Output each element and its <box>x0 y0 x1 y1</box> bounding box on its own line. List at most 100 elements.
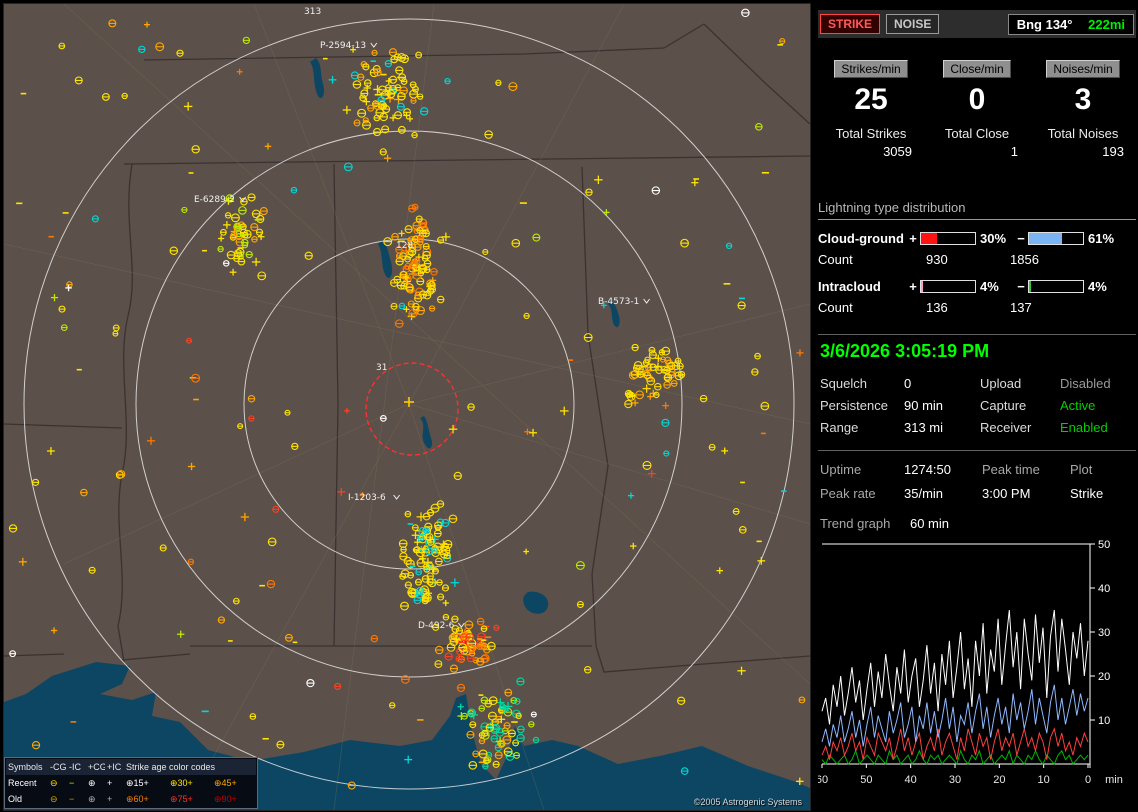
strikes-per-min-button[interactable]: Strikes/min <box>834 60 907 78</box>
strikes-per-min-value: 25 <box>818 83 924 117</box>
svg-text:30: 30 <box>949 774 961 786</box>
noises-per-min-button[interactable]: Noises/min <box>1046 60 1119 78</box>
close-per-min-button[interactable]: Close/min <box>943 60 1010 78</box>
persistence-value: 90 min <box>904 398 980 413</box>
svg-text:10: 10 <box>1038 774 1050 786</box>
water-layer <box>4 58 810 810</box>
state-borders <box>4 24 810 672</box>
legend-cell: ⊖ <box>48 791 67 807</box>
svg-text:20: 20 <box>993 774 1005 786</box>
legend-cell: -IC <box>67 759 86 775</box>
total-close-value: 1 <box>924 144 1030 159</box>
strike-mode-button[interactable]: STRIKE <box>820 14 880 34</box>
capture-label: Capture <box>980 398 1060 413</box>
ic-negative-percent: 4% <box>1088 279 1122 294</box>
legend-cell: +IC <box>105 759 124 775</box>
total-strikes-label: Total Strikes <box>818 126 924 141</box>
plus-sign: + <box>906 231 920 246</box>
svg-text:313: 313 <box>304 7 321 17</box>
close-per-min-value: 0 <box>924 83 1030 117</box>
uptime-label: Uptime <box>820 462 904 477</box>
total-strikes-value: 3059 <box>818 144 924 159</box>
legend-cell: ⊕45+ <box>212 775 256 791</box>
rates-section: Strikes/min 25 Total Strikes 3059 Close/… <box>818 60 1136 159</box>
receiver-status: Enabled <box>1060 420 1134 435</box>
cg-negative-bar <box>1028 232 1084 245</box>
legend-cell: ⊕60+ <box>124 791 168 807</box>
distribution-title: Lightning type distribution <box>818 200 1136 220</box>
legend-cell: ⊕90+ <box>212 791 256 807</box>
count-label: Count <box>818 300 906 315</box>
legend-cell: Old <box>6 791 48 807</box>
svg-text:E-6289-2: E-6289-2 <box>194 195 235 205</box>
peak-time-value: 3:00 PM <box>982 486 1070 501</box>
cloud-ground-row: Cloud-ground + 30% − 61% <box>818 228 1136 248</box>
trend-series-intracloud <box>822 685 1088 747</box>
noises-column: Noises/min 3 Total Noises 193 <box>1030 60 1136 159</box>
svg-text:P-2594-13: P-2594-13 <box>320 41 366 51</box>
capture-status: Active <box>1060 398 1134 413</box>
svg-text:D-492-6: D-492-6 <box>418 621 455 631</box>
lightning-map[interactable]: 313P-2594-13E-6289-2128B-4573-131I-1203-… <box>3 3 811 811</box>
legend-cell: − <box>67 791 86 807</box>
squelch-label: Squelch <box>820 376 904 391</box>
cg-negative-percent: 61% <box>1088 231 1122 246</box>
legend-grid: Symbols-CG-IC+CG+ICStrike age color code… <box>6 759 256 807</box>
legend-cell: +CG <box>86 759 105 775</box>
type-distribution-section: Lightning type distribution Cloud-ground… <box>818 200 1136 324</box>
bearing-display: Bng 134° 222mi <box>1008 14 1134 35</box>
svg-text:20: 20 <box>1098 671 1110 683</box>
noise-mode-button[interactable]: NOISE <box>886 14 939 34</box>
svg-text:B-4573-1: B-4573-1 <box>598 297 639 307</box>
total-noises-label: Total Noises <box>1030 126 1136 141</box>
copyright-text: ©2005 Astrogenic Systems <box>694 797 802 807</box>
upload-label: Upload <box>980 376 1060 391</box>
peak-rate-value: 35/min <box>904 486 982 501</box>
svg-text:I-1203-6: I-1203-6 <box>348 493 386 503</box>
ic-negative-bar <box>1028 280 1084 293</box>
divider <box>818 334 1136 335</box>
count-label: Count <box>818 252 906 267</box>
ic-positive-count: 136 <box>906 300 1010 315</box>
trend-graph-header: Trend graph 60 min <box>820 516 949 531</box>
svg-text:10: 10 <box>1098 715 1110 727</box>
svg-text:40: 40 <box>905 774 917 786</box>
plot-value: Strike <box>1070 486 1134 501</box>
range-value: 313 mi <box>904 420 980 435</box>
total-noises-value: 193 <box>1030 144 1136 159</box>
minus-sign: − <box>1014 231 1028 246</box>
alarm-circle <box>366 363 458 455</box>
svg-text:40: 40 <box>1098 583 1110 595</box>
roads-layer <box>4 4 810 810</box>
peak-rate-label: Peak rate <box>820 486 904 501</box>
divider <box>818 450 1136 451</box>
intracloud-row: Intracloud + 4% − 4% <box>818 276 1136 296</box>
upload-status: Disabled <box>1060 376 1134 391</box>
legend-cell: ⊕30+ <box>168 775 212 791</box>
map-canvas: 313P-2594-13E-6289-2128B-4573-131I-1203-… <box>4 4 810 810</box>
noises-per-min-value: 3 <box>1030 83 1136 117</box>
strikes-column: Strikes/min 25 Total Strikes 3059 <box>818 60 924 159</box>
legend-cell: ⊕ <box>86 791 105 807</box>
legend-cell: Symbols <box>6 759 48 775</box>
intracloud-label: Intracloud <box>818 279 906 294</box>
settings-section: Squelch 0 Upload Disabled Persistence 90… <box>820 376 1134 435</box>
bearing-value: Bng 134° <box>1017 17 1073 32</box>
uptime-value: 1274:50 <box>904 462 982 477</box>
peak-time-label: Peak time <box>982 462 1070 477</box>
legend-cell: Recent <box>6 775 48 791</box>
legend-cell: + <box>105 791 124 807</box>
ic-positive-bar <box>920 280 976 293</box>
legend-cell: ⊕15+ <box>124 775 168 791</box>
distance-value: 222mi <box>1088 17 1125 32</box>
close-column: Close/min 0 Total Close 1 <box>924 60 1030 159</box>
map-legend: Symbols-CG-IC+CG+ICStrike age color code… <box>4 757 258 809</box>
svg-text:0: 0 <box>1085 774 1091 786</box>
svg-text:30: 30 <box>1098 627 1110 639</box>
cg-negative-count: 1856 <box>1010 252 1039 267</box>
intracloud-count-row: Count 136 137 <box>818 296 1136 318</box>
legend-cell: ⊕75+ <box>168 791 212 807</box>
svg-text:60: 60 <box>818 774 828 786</box>
svg-text:50: 50 <box>1098 539 1110 551</box>
datetime-display: 3/6/2026 3:05:19 PM <box>820 341 989 362</box>
